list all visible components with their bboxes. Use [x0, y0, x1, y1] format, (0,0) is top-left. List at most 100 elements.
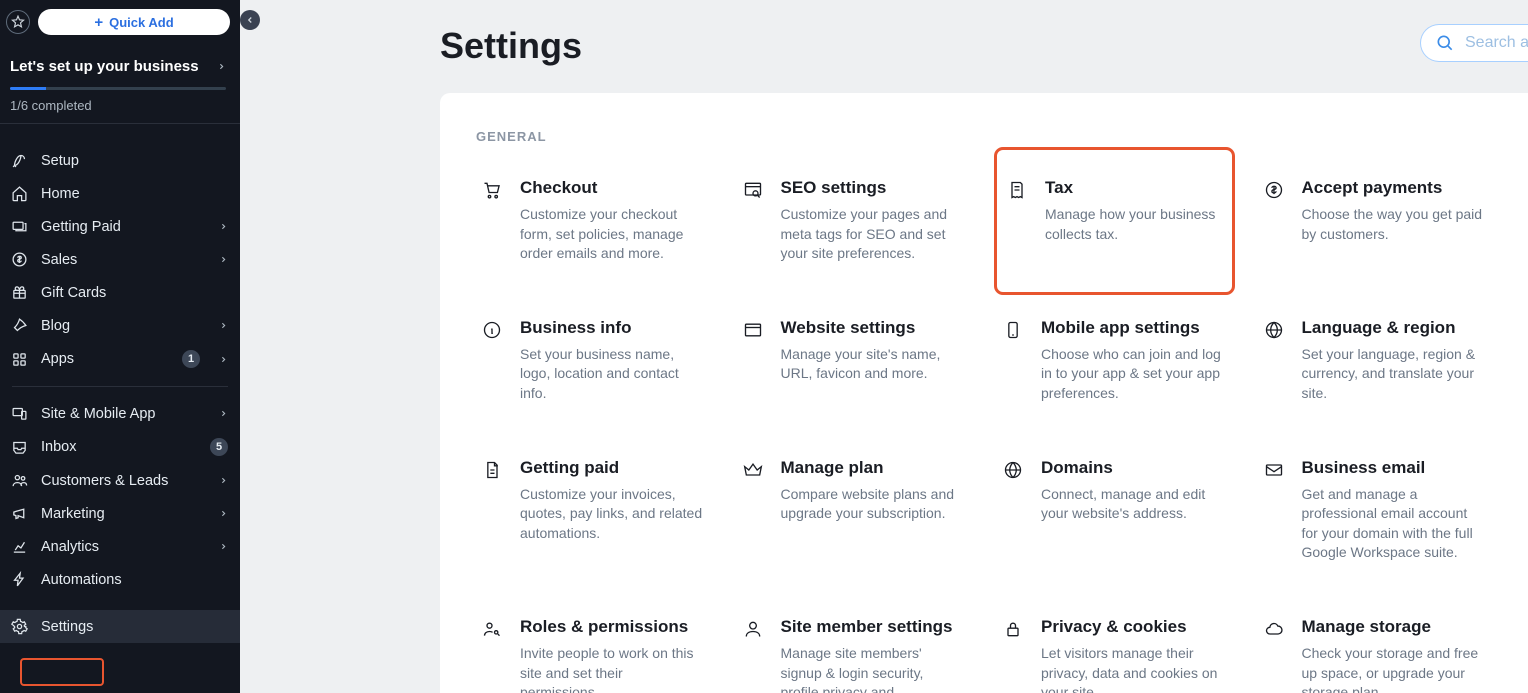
tile-desc: Choose the way you get paid by customers… — [1302, 205, 1487, 244]
inbox-badge: 5 — [210, 438, 228, 456]
tile-title: Tax — [1045, 178, 1222, 198]
gear-icon — [10, 618, 28, 635]
tile-title: Accept payments — [1302, 178, 1487, 198]
mail-icon — [1264, 458, 1286, 563]
invoice-icon — [482, 458, 504, 563]
label: Inbox — [41, 439, 197, 455]
tile-title: Domains — [1041, 458, 1226, 478]
tile-business-info[interactable]: Business info Set your business name, lo… — [476, 312, 711, 410]
globe-icon — [1264, 318, 1286, 404]
browser-search-icon — [743, 178, 765, 264]
search-button[interactable]: Search al — [1420, 24, 1528, 62]
chevron-right-icon — [219, 476, 228, 485]
sidebar-item-analytics[interactable]: Analytics — [0, 530, 240, 563]
sidebar-item-inbox[interactable]: Inbox 5 — [0, 430, 240, 464]
search-placeholder: Search al — [1465, 34, 1528, 52]
sidebar-item-home[interactable]: Home — [0, 177, 240, 210]
label: Settings — [41, 619, 228, 635]
favorite-icon[interactable] — [6, 10, 30, 34]
sidebar-item-customers[interactable]: Customers & Leads — [0, 464, 240, 497]
page-title: Settings — [240, 0, 1528, 93]
chevron-right-icon — [219, 255, 228, 264]
sidebar-item-gift-cards[interactable]: Gift Cards — [0, 276, 240, 309]
home-icon — [10, 185, 28, 202]
tile-roles-permissions[interactable]: Roles & permissions Invite people to wor… — [476, 611, 711, 693]
chart-icon — [10, 538, 28, 555]
tile-checkout[interactable]: Checkout Customize your checkout form, s… — [476, 172, 711, 270]
users-icon — [10, 472, 28, 489]
sidebar-item-setup[interactable]: Setup — [0, 144, 240, 177]
sidebar-item-site-app[interactable]: Site & Mobile App — [0, 397, 240, 430]
pen-icon — [10, 317, 28, 334]
chevron-right-icon — [219, 321, 228, 330]
tile-seo[interactable]: SEO settings Customize your pages and me… — [737, 172, 972, 270]
sidebar-collapse-button[interactable] — [240, 10, 260, 30]
sidebar-item-settings[interactable]: Settings — [0, 610, 240, 643]
tile-desc: Get and manage a professional email acco… — [1302, 485, 1487, 563]
label: Gift Cards — [41, 285, 228, 301]
dollar-circle-icon — [1264, 178, 1286, 264]
money-icon — [10, 218, 28, 235]
tile-business-email[interactable]: Business email Get and manage a professi… — [1258, 452, 1493, 569]
tile-manage-storage[interactable]: Manage storage Check your storage and fr… — [1258, 611, 1493, 693]
apps-icon — [10, 351, 28, 368]
label: Customers & Leads — [41, 473, 200, 489]
tile-title: Privacy & cookies — [1041, 617, 1226, 637]
setup-business-item[interactable]: Let's set up your business — [10, 58, 226, 75]
nav-divider — [12, 386, 228, 387]
tile-title: Website settings — [781, 318, 966, 338]
tile-title: Business email — [1302, 458, 1487, 478]
devices-icon — [10, 405, 28, 422]
setup-progress-text: 1/6 completed — [10, 98, 226, 113]
tile-domains[interactable]: Domains Connect, manage and edit your we… — [997, 452, 1232, 569]
tile-title: Checkout — [520, 178, 705, 198]
sidebar-item-blog[interactable]: Blog — [0, 309, 240, 342]
tile-title: Language & region — [1302, 318, 1487, 338]
inbox-icon — [10, 439, 28, 456]
browser-icon — [743, 318, 765, 404]
label: Sales — [41, 252, 200, 268]
tile-desc: Customize your checkout form, set polici… — [520, 205, 705, 264]
tile-title: Manage plan — [781, 458, 966, 478]
tile-title: Business info — [520, 318, 705, 338]
tile-desc: Check your storage and free up space, or… — [1302, 644, 1487, 693]
tile-site-members[interactable]: Site member settings Manage site members… — [737, 611, 972, 693]
label: Setup — [41, 153, 228, 169]
tile-desc: Manage site members' signup & login secu… — [781, 644, 966, 693]
sidebar-item-apps[interactable]: Apps 1 — [0, 342, 240, 376]
label: Site & Mobile App — [41, 406, 200, 422]
tile-desc: Invite people to work on this site and s… — [520, 644, 705, 693]
tile-desc: Let visitors manage their privacy, data … — [1041, 644, 1226, 693]
tile-getting-paid[interactable]: Getting paid Customize your invoices, qu… — [476, 452, 711, 569]
tile-title: Manage storage — [1302, 617, 1487, 637]
tile-tax[interactable]: Tax Manage how your business collects ta… — [997, 150, 1232, 292]
tile-desc: Customize your pages and meta tags for S… — [781, 205, 966, 264]
info-icon — [482, 318, 504, 404]
sidebar-item-getting-paid[interactable]: Getting Paid — [0, 210, 240, 243]
chevron-right-icon — [217, 62, 226, 71]
tile-accept-payments[interactable]: Accept payments Choose the way you get p… — [1258, 172, 1493, 270]
chevron-right-icon — [219, 542, 228, 551]
tile-mobile-app[interactable]: Mobile app settings Choose who can join … — [997, 312, 1232, 410]
lock-icon — [1003, 617, 1025, 693]
tile-title: Mobile app settings — [1041, 318, 1226, 338]
label: Getting Paid — [41, 219, 200, 235]
tile-language-region[interactable]: Language & region Set your language, reg… — [1258, 312, 1493, 410]
tile-website-settings[interactable]: Website settings Manage your site's name… — [737, 312, 972, 410]
rocket-icon — [10, 152, 28, 169]
tile-desc: Set your language, region & currency, an… — [1302, 345, 1487, 404]
tile-desc: Manage your site's name, URL, favicon an… — [781, 345, 966, 384]
settings-highlight-box — [22, 660, 102, 684]
receipt-icon — [1007, 178, 1029, 264]
chevron-right-icon — [219, 409, 228, 418]
gift-icon — [10, 284, 28, 301]
chevron-right-icon — [219, 509, 228, 518]
chevron-right-icon — [219, 222, 228, 231]
sidebar-item-marketing[interactable]: Marketing — [0, 497, 240, 530]
tile-manage-plan[interactable]: Manage plan Compare website plans and up… — [737, 452, 972, 569]
sidebar-item-automations[interactable]: Automations — [0, 563, 240, 596]
sidebar-item-sales[interactable]: Sales — [0, 243, 240, 276]
quick-add-button[interactable]: + Quick Add — [38, 9, 230, 35]
tile-desc: Connect, manage and edit your website's … — [1041, 485, 1226, 524]
tile-privacy-cookies[interactable]: Privacy & cookies Let visitors manage th… — [997, 611, 1232, 693]
